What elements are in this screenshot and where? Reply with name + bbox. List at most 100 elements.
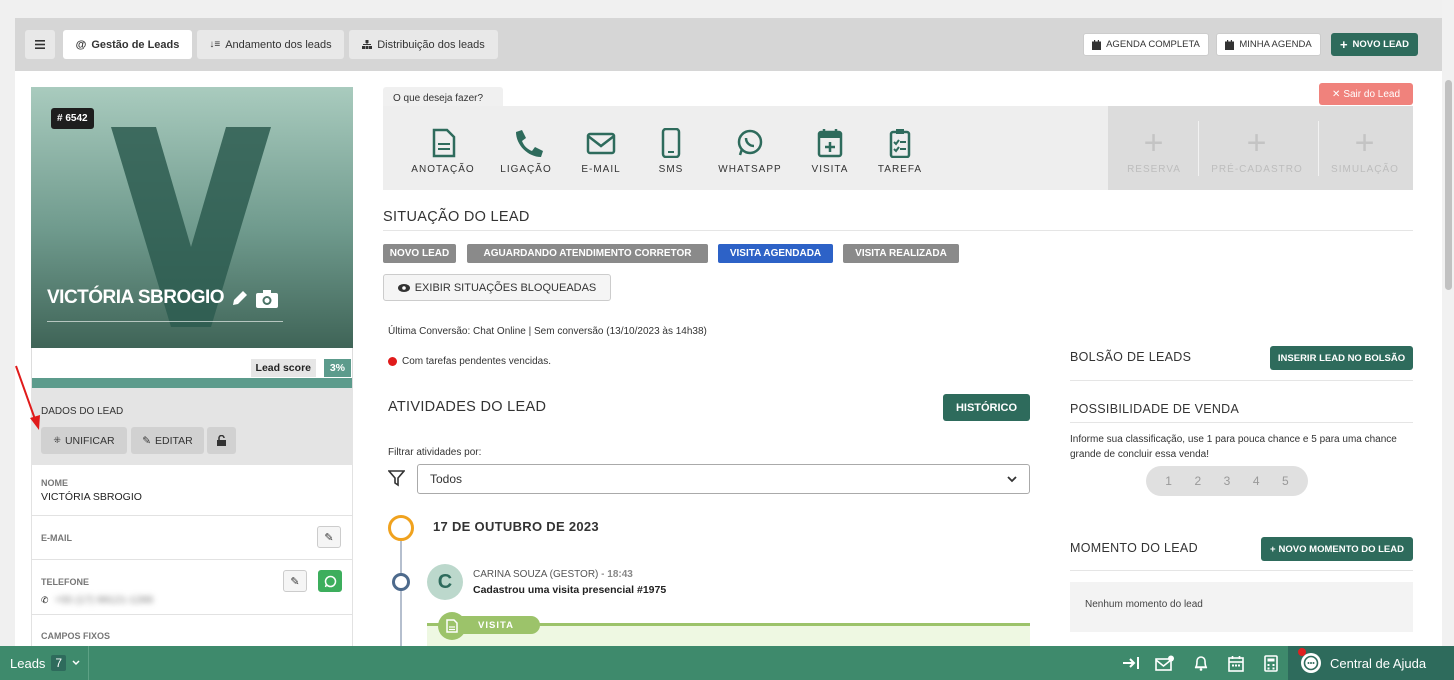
lead-score-label: Lead score (250, 359, 316, 377)
action-anotacao[interactable]: ANOTAÇÃO (403, 128, 483, 175)
novo-momento-button[interactable]: + NOVO MOMENTO DO LEAD (1261, 537, 1413, 561)
dados-title: DADOS DO LEAD (41, 406, 124, 417)
rating-4[interactable]: 4 (1253, 474, 1260, 488)
action-whatsapp[interactable]: WHATSAPP (710, 128, 790, 175)
page-scrollbar[interactable] (1442, 0, 1454, 646)
calendar-icon (1092, 39, 1102, 50)
pencil-icon[interactable] (230, 288, 250, 308)
menu-button[interactable] (25, 30, 55, 59)
timeline-line (400, 538, 402, 646)
editar-button[interactable]: ✎ EDITAR (131, 427, 204, 454)
mail-star-icon[interactable] (1155, 654, 1175, 672)
sair-do-lead-button[interactable]: ✕ Sair do Lead (1319, 83, 1413, 105)
chevron-down-icon (72, 660, 80, 666)
historico-button[interactable]: HISTÓRICO (943, 394, 1030, 421)
bottom-bar: Leads 7 Central de Ajuda (0, 646, 1454, 680)
arrow-right-to-line-icon[interactable] (1121, 654, 1141, 672)
leads-count-badge: 7 (51, 655, 67, 671)
tag-visita-agendada[interactable]: VISITA AGENDADA (718, 244, 833, 263)
at-icon: @ (75, 38, 87, 51)
calendar-icon[interactable] (1226, 654, 1246, 672)
phone-icon (516, 130, 543, 157)
tab-gestao-de-leads[interactable]: @ Gestão de Leads (63, 30, 192, 59)
atividades-filter-select[interactable]: Todos (417, 464, 1030, 494)
unlock-icon (217, 435, 226, 446)
edit-email-button[interactable]: ✎ (317, 526, 341, 548)
entry-text: Cadastrou uma visita presencial #1975 (473, 584, 667, 596)
whatsapp-button[interactable] (318, 570, 342, 592)
ultima-conversao: Última Conversão: Chat Online | Sem conv… (388, 326, 707, 337)
action-tarefa[interactable]: TAREFA (860, 128, 940, 175)
tab-distribuicao-dos-leads[interactable]: Distribuição dos leads (349, 30, 498, 59)
exibir-situacoes-button[interactable]: EXIBIR SITUAÇÕES BLOQUEADAS (383, 274, 611, 301)
clipboard-icon (889, 129, 911, 158)
calculator-icon[interactable] (1261, 654, 1281, 672)
minha-agenda-button[interactable]: MINHA AGENDA (1216, 33, 1321, 56)
lead-score-row: Lead score 3% (31, 348, 353, 388)
novo-lead-button[interactable]: + NOVO LEAD (1331, 33, 1418, 56)
rating-1[interactable]: 1 (1165, 474, 1172, 488)
lead-photo-card: # 6542 VICTÓRIA SBROGIO (31, 87, 353, 348)
plus-icon: + (1339, 37, 1348, 52)
scroll-thumb[interactable] (1445, 80, 1452, 290)
close-icon: ✕ (1331, 88, 1341, 100)
plus-icon: + (1143, 124, 1165, 162)
central-de-ajuda-button[interactable]: Central de Ajuda (1288, 646, 1454, 680)
tag-aguardando-atendimento[interactable]: AGUARDANDO ATENDIMENTO CORRETOR (467, 244, 708, 263)
momento-empty: Nenhum momento do lead (1070, 582, 1413, 632)
tab-andamento-dos-leads[interactable]: ↓≡ Andamento dos leads (197, 30, 344, 59)
bell-icon[interactable] (1191, 654, 1211, 672)
agenda-completa-button[interactable]: AGENDA COMPLETA (1083, 33, 1209, 56)
chevron-down-icon (1007, 475, 1017, 482)
field-campos-fixos: CAMPOS FIXOS (31, 615, 353, 646)
avatar: C (427, 564, 463, 600)
disabled-actions: + RESERVA + PRÉ-CADASTRO + SIMULAÇÃO (1108, 106, 1413, 190)
sort-icon: ↓≡ (209, 39, 221, 50)
filter-icon (388, 470, 405, 487)
rating-5[interactable]: 5 (1282, 474, 1289, 488)
file-icon (438, 612, 466, 640)
edit-telefone-button[interactable]: ✎ (283, 570, 307, 592)
lead-name-heading: VICTÓRIA SBROGIO (47, 287, 279, 309)
action-email[interactable]: E-MAIL (561, 128, 641, 175)
leads-dropdown[interactable]: Leads 7 (10, 655, 80, 671)
phone-icon: ✆ (41, 594, 49, 605)
action-ligacao[interactable]: LIGAÇÃO (486, 128, 566, 175)
unificar-button[interactable]: ⁜ UNIFICAR (41, 427, 127, 454)
camera-icon[interactable] (256, 289, 279, 308)
pendentes-notice: Com tarefas pendentes vencidas. (388, 356, 551, 367)
field-nome: NOME VICTÓRIA SBROGIO (31, 465, 353, 516)
hamburger-icon (35, 40, 45, 49)
calendar-plus-icon (817, 129, 843, 158)
app-window: @ Gestão de Leads ↓≡ Andamento dos leads… (15, 18, 1442, 646)
tag-visita-realizada[interactable]: VISITA REALIZADA (843, 244, 959, 263)
telefone-value: +55 (17) 99121-1289 (54, 594, 153, 606)
compress-icon: ⁜ (53, 435, 61, 445)
red-dot-icon (388, 357, 397, 366)
rating-selector: 1 2 3 4 5 (1146, 466, 1308, 496)
whatsapp-icon (324, 575, 336, 587)
sitemap-icon (362, 40, 373, 49)
action-pre-cadastro: + PRÉ-CADASTRO (1206, 126, 1308, 175)
pencil-icon: ✎ (324, 531, 334, 544)
lead-score-bar (32, 378, 352, 388)
rating-2[interactable]: 2 (1194, 474, 1201, 488)
field-email: E-MAIL ✎ (31, 516, 353, 560)
rating-3[interactable]: 3 (1224, 474, 1231, 488)
lock-button[interactable] (207, 427, 236, 454)
lead-score-value: 3% (323, 359, 351, 377)
possibilidade-text: Informe sua classificação, use 1 para po… (1070, 434, 1397, 460)
calendar-icon (1225, 39, 1235, 50)
action-sms[interactable]: SMS (631, 128, 711, 175)
pencil-icon: ✎ (290, 575, 300, 588)
tag-novo-lead[interactable]: NOVO LEAD (383, 244, 456, 263)
action-visita[interactable]: VISITA (790, 128, 870, 175)
timeline-date-marker (388, 515, 414, 541)
action-reserva: + RESERVA (1124, 124, 1184, 175)
field-telefone: TELEFONE ✆ +55 (17) 99121-1289 ✎ (31, 560, 353, 615)
entry-author-line: CARINA SOUZA (GESTOR) - 18:43 (473, 569, 633, 580)
timeline-date: 17 DE OUTUBRO DE 2023 (433, 519, 599, 534)
red-arrow-annotation (15, 365, 40, 430)
timeline-entry-marker (392, 573, 410, 591)
inserir-bolsao-button[interactable]: INSERIR LEAD NO BOLSÃO (1270, 346, 1413, 370)
